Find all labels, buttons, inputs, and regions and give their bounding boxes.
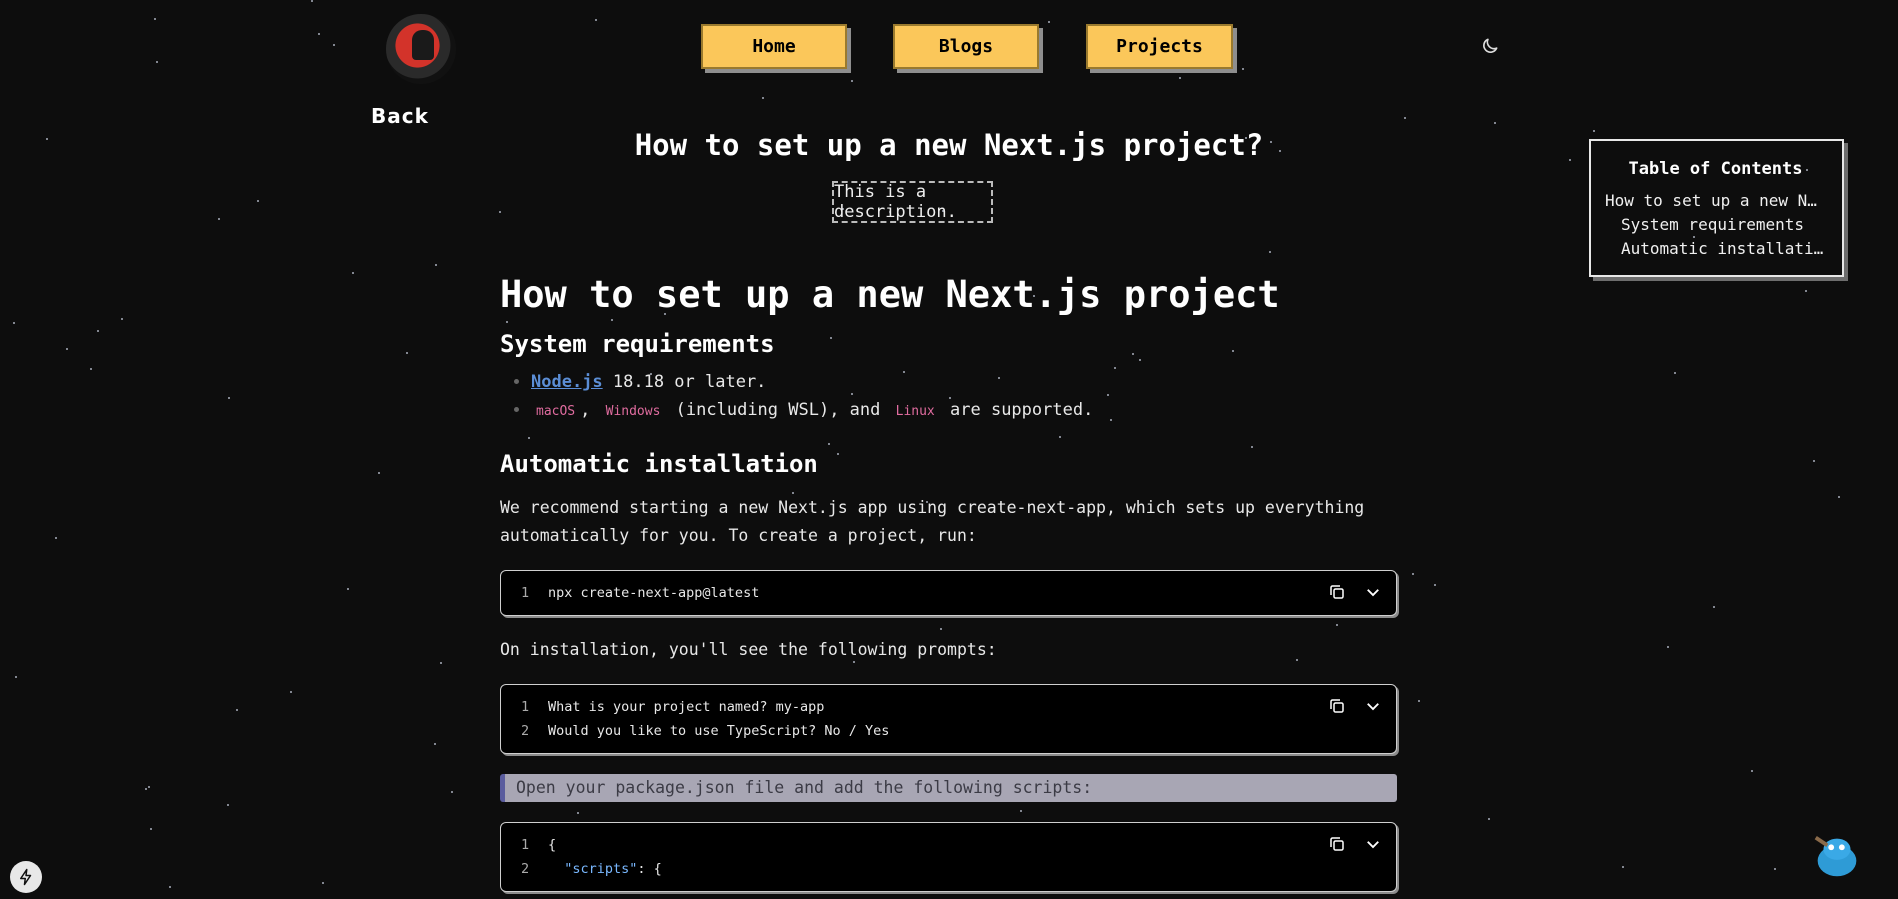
star — [1713, 606, 1715, 608]
star — [1838, 496, 1840, 498]
star — [1048, 21, 1050, 23]
star — [318, 33, 320, 35]
star — [156, 61, 158, 63]
copy-icon[interactable] — [1328, 835, 1346, 853]
star — [1751, 770, 1753, 772]
post-description: This is a description. — [832, 181, 993, 223]
star — [352, 272, 354, 274]
star — [1488, 818, 1490, 820]
copy-icon[interactable] — [1328, 583, 1346, 601]
moon-icon[interactable] — [1480, 36, 1500, 56]
chevron-down-icon[interactable] — [1364, 583, 1382, 601]
chevron-down-icon[interactable] — [1364, 697, 1382, 715]
toc-item[interactable]: How to set up a new Next.js project — [1605, 189, 1826, 213]
star — [148, 786, 150, 788]
inline-code-windows: Windows — [605, 404, 661, 419]
list-item-text: (including WSL), and — [675, 400, 881, 420]
nav-blogs-button[interactable]: Blogs — [893, 24, 1039, 69]
code-line: 2 Would you like to use TypeScript? No / … — [521, 723, 890, 739]
prompts-paragraph: On installation, you'll see the followin… — [500, 640, 997, 659]
star — [121, 318, 123, 320]
star — [595, 19, 597, 21]
star — [440, 662, 442, 664]
avatar[interactable] — [386, 14, 456, 84]
star — [1404, 117, 1406, 119]
code-line: 1 npx create-next-app@latest — [521, 585, 760, 601]
star — [1813, 460, 1815, 462]
star — [218, 218, 220, 220]
star — [257, 200, 259, 202]
copy-icon[interactable] — [1328, 697, 1346, 715]
star — [1179, 77, 1181, 79]
install-paragraph: We recommend starting a new Next.js app … — [500, 498, 1365, 545]
code-line: 2 "scripts": { — [521, 861, 662, 877]
list-item-text: 18.18 or later. — [602, 372, 767, 392]
toc-item[interactable]: Automatic installation — [1605, 237, 1826, 261]
star — [1622, 866, 1624, 868]
section-heading-system-requirements: System requirements — [500, 330, 775, 358]
star — [15, 676, 17, 678]
star — [1418, 700, 1420, 702]
star — [97, 330, 99, 332]
inline-code-linux: Linux — [895, 404, 935, 419]
star — [1412, 573, 1414, 575]
star — [66, 348, 68, 350]
code-line: 1{ — [521, 837, 557, 853]
nav-home-button[interactable]: Home — [701, 24, 847, 69]
list-item-text: are supported. — [950, 400, 1094, 420]
article-heading: How to set up a new Next.js project — [500, 273, 1280, 316]
star — [1674, 372, 1676, 374]
toc-item[interactable]: System requirements — [1605, 213, 1826, 237]
star — [406, 352, 408, 354]
star — [55, 537, 57, 539]
star — [145, 788, 147, 790]
star — [1774, 868, 1776, 870]
star — [451, 791, 453, 793]
star — [1269, 251, 1271, 253]
star — [322, 882, 324, 884]
star — [347, 588, 349, 590]
toc-title: Table of Contents — [1628, 159, 1803, 179]
star — [90, 368, 92, 370]
inline-code-macos: macOS — [536, 404, 576, 419]
star — [1242, 68, 1244, 70]
table-of-contents: Table of Contents How to set up a new Ne… — [1589, 139, 1844, 277]
star — [290, 691, 292, 693]
chevron-down-icon[interactable] — [1364, 835, 1382, 853]
star — [851, 80, 853, 82]
requirements-list: Node.js 18.18 or later. macOS, Windows (… — [500, 368, 1397, 426]
code-block: 1{ 2 "scripts": { — [500, 822, 1397, 892]
star — [311, 0, 313, 2]
star — [1494, 122, 1496, 124]
star — [1667, 646, 1669, 648]
blockquote: Open your package.json file and add the … — [500, 774, 1397, 802]
star — [13, 322, 15, 324]
star — [434, 743, 436, 745]
star — [762, 97, 764, 99]
star — [1805, 290, 1807, 292]
bolt-icon[interactable] — [10, 861, 42, 893]
back-link[interactable]: Back — [371, 104, 429, 128]
section-heading-automatic-installation: Automatic installation — [500, 450, 818, 478]
code-block: 1 What is your project named? my-app 2 Wou… — [500, 684, 1397, 754]
star — [169, 886, 171, 888]
code-line: 1 What is your project named? my-app — [521, 699, 825, 715]
article-body: How to set up a new Next.js project Syst… — [500, 268, 1397, 892]
star — [154, 18, 156, 20]
star — [1434, 584, 1436, 586]
list-item: Node.js 18.18 or later. — [531, 368, 1397, 396]
star — [150, 828, 152, 830]
mascot-icon[interactable] — [1808, 826, 1866, 884]
star — [227, 804, 229, 806]
nav-projects-button[interactable]: Projects — [1086, 24, 1233, 69]
star — [499, 211, 501, 213]
list-item: macOS, Windows (including WSL), and Linu… — [531, 396, 1397, 426]
star — [236, 709, 238, 711]
star — [333, 44, 335, 46]
code-block: 1 npx create-next-app@latest — [500, 570, 1397, 616]
nodejs-link[interactable]: Node.js — [531, 372, 603, 392]
star — [435, 264, 437, 266]
star — [228, 397, 230, 399]
star — [378, 472, 380, 474]
